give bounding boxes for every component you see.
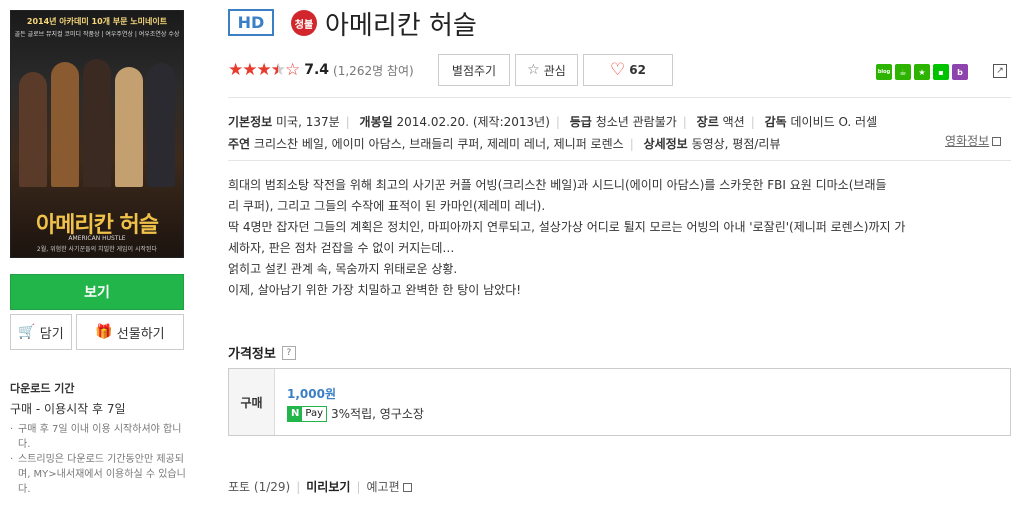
download-line: 구매 - 이용시작 후 7일: [10, 402, 126, 416]
me-share-icon[interactable]: ★: [914, 64, 930, 80]
tab-photo[interactable]: 포토 (1/29): [228, 478, 290, 495]
line-share-icon[interactable]: ▪: [933, 64, 949, 80]
blog-share-icon[interactable]: blog: [876, 64, 892, 80]
npay-text: 3%적립, 영구소장: [331, 407, 424, 421]
like-count: 62: [629, 63, 646, 77]
poster-award-text: 2014년 아카데미 10개 부문 노미네이트 골든 글로브 뮤지컬 코미디 작…: [14, 17, 180, 38]
gift-label: 선물하기: [116, 326, 165, 342]
download-period: 다운로드 기간 구매 - 이용시작 후 7일 구매 후 7일 이내 이용 시작하…: [10, 380, 190, 497]
watch-button[interactable]: 보기: [10, 274, 184, 310]
rating-votes: (1,262명 참여): [333, 63, 414, 78]
tab-preview[interactable]: 미리보기: [306, 478, 350, 495]
page-title: 아메리칸 허슬: [325, 11, 477, 41]
download-note: 구매 후 7일 이내 이용 시작하셔야 합니다.: [10, 422, 190, 452]
star-rating-icon: ★★★★☆: [228, 60, 300, 80]
help-icon[interactable]: ?: [281, 345, 296, 360]
poster-figures: [19, 57, 175, 187]
price-section-title: 가격정보 ?: [228, 343, 296, 362]
synopsis: 희대의 범죄소탕 작전을 위해 최고의 사기꾼 커플 어빙(크리스찬 베일)과 …: [228, 178, 906, 297]
poster-subtitle: AMERICAN HUSTLE: [68, 235, 126, 242]
purchase-label: 구매: [229, 369, 275, 435]
tab-trailer[interactable]: 예고편: [366, 478, 412, 495]
interest-label: 관심: [543, 63, 566, 78]
media-tabs: 포토 (1/29) | 미리보기 | 예고편: [228, 478, 412, 495]
hd-badge: HD: [228, 9, 274, 36]
interest-button[interactable]: ☆ 관심: [515, 54, 578, 86]
download-heading: 다운로드 기간: [10, 382, 75, 395]
poster-tagline: 2월, 위험한 사기꾼들의 치밀한 게임이 시작된다: [36, 246, 158, 253]
heart-icon: ♡: [610, 60, 626, 80]
share-icons: blog ☕ ★ ▪ b: [876, 64, 968, 80]
basic-info-row: 기본정보 미국, 137분 | 개봉일 2014.02.20. (제작:2013년…: [228, 115, 878, 129]
cafe-share-icon[interactable]: ☕: [895, 64, 911, 80]
gift-button[interactable]: 🎁 선물하기: [76, 314, 184, 350]
movie-info-link[interactable]: 영화정보: [945, 132, 1002, 149]
external-link-icon: [402, 483, 412, 492]
movie-poster: 2014년 아카데미 10개 부문 노미네이트 골든 글로브 뮤지컬 코미디 작…: [10, 10, 184, 258]
cart-button[interactable]: 🛒 담기: [10, 314, 72, 350]
band-share-icon[interactable]: b: [952, 64, 968, 80]
divider: [228, 160, 1011, 161]
age-rating-badge: 청불: [291, 10, 317, 36]
star-outline-icon: ☆: [527, 62, 540, 78]
cart-icon: 🛒: [18, 324, 36, 340]
external-link-icon: [992, 137, 1002, 146]
download-note: 스트리밍은 다운로드 기간동안만 제공되며, MY>내서재에서 이용하실 수 있…: [10, 452, 190, 497]
divider: [228, 97, 1011, 98]
like-button[interactable]: ♡ 62: [583, 54, 673, 86]
rate-button[interactable]: 별점주기: [438, 54, 510, 86]
gift-icon: 🎁: [95, 324, 113, 340]
share-external-icon[interactable]: ↗: [993, 64, 1007, 78]
npay-icon: N Pay: [287, 405, 328, 422]
rating-summary: ★★★★☆ 7.4 (1,262명 참여): [228, 54, 414, 86]
npay-row: N Pay 3%적립, 영구소장: [287, 405, 424, 422]
rating-score: 7.4: [304, 62, 330, 78]
cart-label: 담기: [39, 326, 64, 342]
price-box: 구매 1,000원 N Pay 3%적립, 영구소장: [228, 368, 1011, 436]
price-value[interactable]: 1,000원: [287, 385, 336, 402]
cast-info-row: 주연 크리스찬 베일, 에이미 아담스, 브래들리 쿠퍼, 제레미 레너, 제니…: [228, 137, 781, 151]
